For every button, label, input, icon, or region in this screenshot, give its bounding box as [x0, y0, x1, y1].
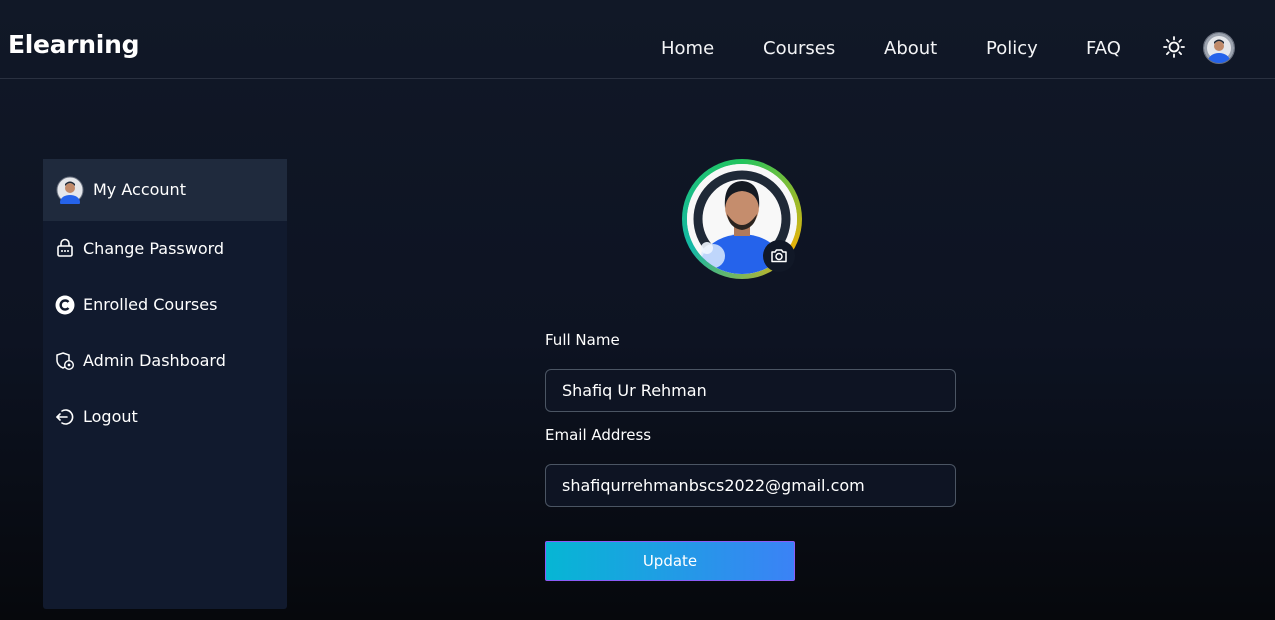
sidebar-item-label: Enrolled Courses [83, 295, 218, 314]
site-logo[interactable]: Elearning [8, 30, 139, 59]
top-navbar: Elearning Home Courses About Policy FAQ [0, 0, 1275, 79]
email-label: Email Address [545, 426, 652, 444]
full-name-field[interactable] [545, 369, 956, 412]
sun-icon[interactable] [1163, 36, 1185, 58]
sidebar-item-label: Admin Dashboard [83, 351, 226, 370]
shield-gear-icon [56, 352, 75, 371]
sidebar-item-my-account[interactable]: My Account [43, 159, 287, 221]
sidebar-item-label: My Account [93, 180, 186, 199]
nav-link-faq[interactable]: FAQ [1086, 38, 1121, 59]
camera-icon [771, 249, 787, 263]
sidebar-item-change-password[interactable]: Change Password [43, 221, 287, 277]
avatar-icon [56, 176, 84, 204]
sidebar-item-label: Logout [83, 407, 138, 426]
nav-link-home[interactable]: Home [661, 38, 714, 59]
nav-link-courses[interactable]: Courses [763, 38, 835, 59]
sidebar-item-admin-dashboard[interactable]: Admin Dashboard [43, 333, 287, 389]
update-button[interactable]: Update [545, 541, 795, 581]
email-field[interactable] [545, 464, 956, 507]
sidebar-item-enrolled-courses[interactable]: Enrolled Courses [43, 277, 287, 333]
user-avatar[interactable] [1203, 32, 1235, 64]
sidebar-item-logout[interactable]: Logout [43, 389, 287, 445]
course-icon [55, 295, 75, 315]
nav-link-about[interactable]: About [884, 38, 937, 59]
nav-link-policy[interactable]: Policy [986, 38, 1038, 59]
lock-icon [57, 238, 73, 257]
sidebar-item-label: Change Password [83, 239, 225, 258]
logout-icon [56, 409, 74, 425]
change-photo-button[interactable] [763, 240, 795, 272]
account-sidebar: My Account Change Password Enrolled Cour… [43, 159, 287, 609]
full-name-label: Full Name [545, 331, 620, 349]
